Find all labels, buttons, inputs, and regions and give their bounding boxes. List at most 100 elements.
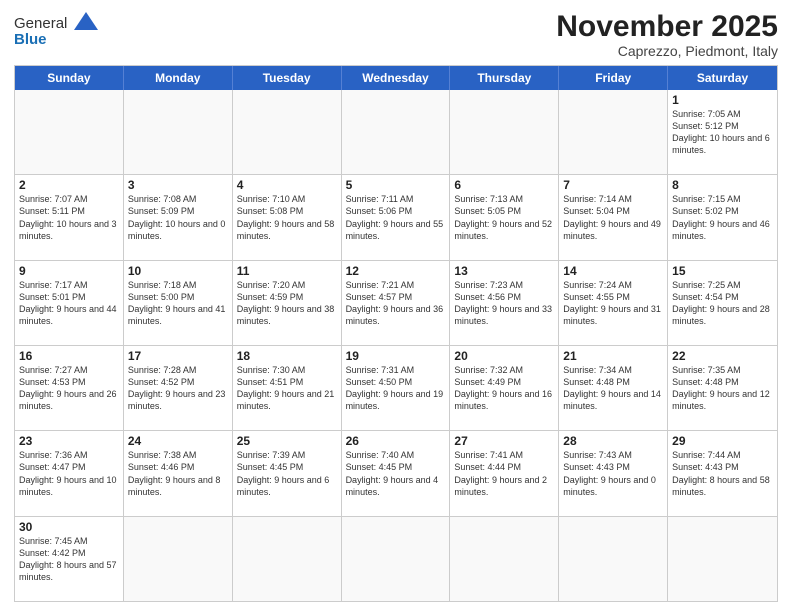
header-tuesday: Tuesday — [233, 66, 342, 90]
day-number: 26 — [346, 434, 446, 448]
day-info: Sunrise: 7:34 AM Sunset: 4:48 PM Dayligh… — [563, 364, 663, 413]
day-info: Sunrise: 7:15 AM Sunset: 5:02 PM Dayligh… — [672, 193, 773, 242]
day-info: Sunrise: 7:35 AM Sunset: 4:48 PM Dayligh… — [672, 364, 773, 413]
svg-text:Blue: Blue — [14, 31, 47, 48]
day-info: Sunrise: 7:17 AM Sunset: 5:01 PM Dayligh… — [19, 279, 119, 328]
cell-3-1: 17Sunrise: 7:28 AM Sunset: 4:52 PM Dayli… — [124, 346, 233, 430]
day-number: 2 — [19, 178, 119, 192]
cell-1-4: 6Sunrise: 7:13 AM Sunset: 5:05 PM Daylig… — [450, 175, 559, 259]
cell-0-2 — [233, 90, 342, 174]
cell-2-4: 13Sunrise: 7:23 AM Sunset: 4:56 PM Dayli… — [450, 261, 559, 345]
cell-0-3 — [342, 90, 451, 174]
calendar-header: Sunday Monday Tuesday Wednesday Thursday… — [15, 66, 777, 90]
day-info: Sunrise: 7:27 AM Sunset: 4:53 PM Dayligh… — [19, 364, 119, 413]
cell-1-0: 2Sunrise: 7:07 AM Sunset: 5:11 PM Daylig… — [15, 175, 124, 259]
header-thursday: Thursday — [450, 66, 559, 90]
day-number: 14 — [563, 264, 663, 278]
cell-2-6: 15Sunrise: 7:25 AM Sunset: 4:54 PM Dayli… — [668, 261, 777, 345]
day-number: 28 — [563, 434, 663, 448]
cell-1-5: 7Sunrise: 7:14 AM Sunset: 5:04 PM Daylig… — [559, 175, 668, 259]
day-number: 7 — [563, 178, 663, 192]
cell-0-5 — [559, 90, 668, 174]
day-number: 16 — [19, 349, 119, 363]
cell-4-4: 27Sunrise: 7:41 AM Sunset: 4:44 PM Dayli… — [450, 431, 559, 515]
header-saturday: Saturday — [668, 66, 777, 90]
cell-3-2: 18Sunrise: 7:30 AM Sunset: 4:51 PM Dayli… — [233, 346, 342, 430]
day-number: 12 — [346, 264, 446, 278]
day-info: Sunrise: 7:38 AM Sunset: 4:46 PM Dayligh… — [128, 449, 228, 498]
day-info: Sunrise: 7:14 AM Sunset: 5:04 PM Dayligh… — [563, 193, 663, 242]
title-block: November 2025 Caprezzo, Piedmont, Italy — [556, 10, 778, 59]
day-number: 15 — [672, 264, 773, 278]
day-number: 23 — [19, 434, 119, 448]
day-info: Sunrise: 7:44 AM Sunset: 4:43 PM Dayligh… — [672, 449, 773, 498]
day-number: 4 — [237, 178, 337, 192]
day-info: Sunrise: 7:36 AM Sunset: 4:47 PM Dayligh… — [19, 449, 119, 498]
day-number: 29 — [672, 434, 773, 448]
day-info: Sunrise: 7:24 AM Sunset: 4:55 PM Dayligh… — [563, 279, 663, 328]
day-number: 8 — [672, 178, 773, 192]
day-number: 1 — [672, 93, 773, 107]
cell-5-0: 30Sunrise: 7:45 AM Sunset: 4:42 PM Dayli… — [15, 517, 124, 601]
week-row-5: 23Sunrise: 7:36 AM Sunset: 4:47 PM Dayli… — [15, 430, 777, 515]
cell-4-6: 29Sunrise: 7:44 AM Sunset: 4:43 PM Dayli… — [668, 431, 777, 515]
cell-4-0: 23Sunrise: 7:36 AM Sunset: 4:47 PM Dayli… — [15, 431, 124, 515]
location: Caprezzo, Piedmont, Italy — [556, 43, 778, 59]
day-info: Sunrise: 7:43 AM Sunset: 4:43 PM Dayligh… — [563, 449, 663, 498]
cell-1-6: 8Sunrise: 7:15 AM Sunset: 5:02 PM Daylig… — [668, 175, 777, 259]
week-row-4: 16Sunrise: 7:27 AM Sunset: 4:53 PM Dayli… — [15, 345, 777, 430]
cell-3-6: 22Sunrise: 7:35 AM Sunset: 4:48 PM Dayli… — [668, 346, 777, 430]
cell-4-3: 26Sunrise: 7:40 AM Sunset: 4:45 PM Dayli… — [342, 431, 451, 515]
cell-3-3: 19Sunrise: 7:31 AM Sunset: 4:50 PM Dayli… — [342, 346, 451, 430]
cell-2-1: 10Sunrise: 7:18 AM Sunset: 5:00 PM Dayli… — [124, 261, 233, 345]
cell-3-0: 16Sunrise: 7:27 AM Sunset: 4:53 PM Dayli… — [15, 346, 124, 430]
day-info: Sunrise: 7:32 AM Sunset: 4:49 PM Dayligh… — [454, 364, 554, 413]
day-number: 10 — [128, 264, 228, 278]
day-number: 24 — [128, 434, 228, 448]
day-info: Sunrise: 7:11 AM Sunset: 5:06 PM Dayligh… — [346, 193, 446, 242]
cell-2-3: 12Sunrise: 7:21 AM Sunset: 4:57 PM Dayli… — [342, 261, 451, 345]
day-number: 18 — [237, 349, 337, 363]
day-number: 13 — [454, 264, 554, 278]
cell-0-0 — [15, 90, 124, 174]
day-number: 11 — [237, 264, 337, 278]
month-title: November 2025 — [556, 10, 778, 43]
cell-2-2: 11Sunrise: 7:20 AM Sunset: 4:59 PM Dayli… — [233, 261, 342, 345]
day-info: Sunrise: 7:08 AM Sunset: 5:09 PM Dayligh… — [128, 193, 228, 242]
week-row-3: 9Sunrise: 7:17 AM Sunset: 5:01 PM Daylig… — [15, 260, 777, 345]
day-info: Sunrise: 7:13 AM Sunset: 5:05 PM Dayligh… — [454, 193, 554, 242]
week-row-6: 30Sunrise: 7:45 AM Sunset: 4:42 PM Dayli… — [15, 516, 777, 601]
day-info: Sunrise: 7:20 AM Sunset: 4:59 PM Dayligh… — [237, 279, 337, 328]
header-friday: Friday — [559, 66, 668, 90]
day-info: Sunrise: 7:07 AM Sunset: 5:11 PM Dayligh… — [19, 193, 119, 242]
cell-1-2: 4Sunrise: 7:10 AM Sunset: 5:08 PM Daylig… — [233, 175, 342, 259]
cell-2-0: 9Sunrise: 7:17 AM Sunset: 5:01 PM Daylig… — [15, 261, 124, 345]
cell-1-3: 5Sunrise: 7:11 AM Sunset: 5:06 PM Daylig… — [342, 175, 451, 259]
cell-3-5: 21Sunrise: 7:34 AM Sunset: 4:48 PM Dayli… — [559, 346, 668, 430]
logo: General Blue — [14, 10, 104, 54]
day-info: Sunrise: 7:18 AM Sunset: 5:00 PM Dayligh… — [128, 279, 228, 328]
cell-5-1 — [124, 517, 233, 601]
day-info: Sunrise: 7:10 AM Sunset: 5:08 PM Dayligh… — [237, 193, 337, 242]
day-info: Sunrise: 7:45 AM Sunset: 4:42 PM Dayligh… — [19, 535, 119, 584]
day-info: Sunrise: 7:23 AM Sunset: 4:56 PM Dayligh… — [454, 279, 554, 328]
cell-5-2 — [233, 517, 342, 601]
week-row-2: 2Sunrise: 7:07 AM Sunset: 5:11 PM Daylig… — [15, 174, 777, 259]
cell-2-5: 14Sunrise: 7:24 AM Sunset: 4:55 PM Dayli… — [559, 261, 668, 345]
day-number: 22 — [672, 349, 773, 363]
header-wednesday: Wednesday — [342, 66, 451, 90]
day-number: 20 — [454, 349, 554, 363]
day-number: 6 — [454, 178, 554, 192]
day-info: Sunrise: 7:40 AM Sunset: 4:45 PM Dayligh… — [346, 449, 446, 498]
day-number: 5 — [346, 178, 446, 192]
day-info: Sunrise: 7:31 AM Sunset: 4:50 PM Dayligh… — [346, 364, 446, 413]
day-number: 21 — [563, 349, 663, 363]
cell-4-5: 28Sunrise: 7:43 AM Sunset: 4:43 PM Dayli… — [559, 431, 668, 515]
cell-5-3 — [342, 517, 451, 601]
header-sunday: Sunday — [15, 66, 124, 90]
calendar-body: 1Sunrise: 7:05 AM Sunset: 5:12 PM Daylig… — [15, 90, 777, 601]
day-info: Sunrise: 7:21 AM Sunset: 4:57 PM Dayligh… — [346, 279, 446, 328]
generalblue-logo-icon: General Blue — [14, 10, 104, 54]
cell-5-5 — [559, 517, 668, 601]
day-number: 27 — [454, 434, 554, 448]
